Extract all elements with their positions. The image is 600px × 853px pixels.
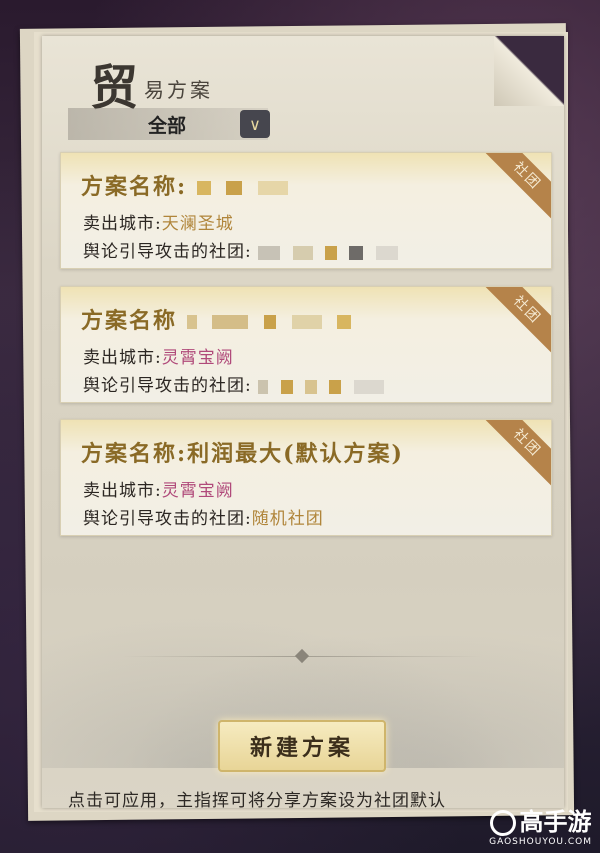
plan-panel: 贸 易方案 全部 ∨ 方案名称: 卖出城市:天澜圣城 舆论引导攻击的社团: 社团…	[42, 36, 564, 808]
redacted-text	[258, 242, 404, 262]
guild-ribbon: 社团	[482, 287, 551, 355]
plan-card[interactable]: 方案名称 卖出城市:灵霄宝阙 舆论引导攻击的社团: 社团	[60, 286, 552, 403]
plan-name: 方案名称:利润最大(默认方案)	[81, 441, 404, 467]
guild-ribbon: 社团	[482, 153, 551, 221]
redacted-text	[186, 308, 358, 334]
watermark-text: 高手游	[519, 808, 592, 836]
city-value: 天澜圣城	[161, 214, 234, 234]
attack-label: 舆论引导攻击的社团:	[83, 242, 252, 262]
city-label: 卖出城市:	[83, 214, 162, 234]
city-value: 灵霄宝阙	[161, 348, 234, 368]
city-label: 卖出城市:	[83, 481, 162, 501]
watermark: 高手游 GAOSHOUYOU.COM	[489, 802, 592, 847]
redacted-text	[258, 376, 390, 396]
attack-value: 随机社团	[251, 509, 324, 529]
guild-ribbon: 社团	[482, 420, 551, 488]
attack-label: 舆论引导攻击的社团:	[83, 509, 252, 529]
watermark-logo-icon	[489, 810, 516, 836]
watermark-url: GAOSHOUYOU.COM	[489, 837, 592, 847]
new-plan-button[interactable]: 新建方案	[218, 720, 386, 772]
redacted-text	[196, 174, 294, 200]
plan-name: 方案名称:	[81, 174, 188, 200]
plan-card[interactable]: 方案名称:利润最大(默认方案) 卖出城市:灵霄宝阙 舆论引导攻击的社团:随机社团…	[60, 419, 552, 536]
filter-dropdown[interactable]: 全部 ∨	[68, 108, 270, 140]
plan-card[interactable]: 方案名称: 卖出城市:天澜圣城 舆论引导攻击的社团: 社团	[60, 152, 552, 269]
plan-name: 方案名称	[81, 308, 178, 334]
hint-text: 点击可应用，主指挥可将分享方案设为社团默认	[68, 791, 446, 808]
city-value: 灵霄宝阙	[161, 481, 234, 501]
filter-selected: 全部	[148, 114, 187, 137]
chevron-down-icon[interactable]: ∨	[240, 110, 270, 138]
city-label: 卖出城市:	[83, 348, 162, 368]
panel-title: 易方案	[144, 78, 213, 102]
attack-label: 舆论引导攻击的社团:	[83, 376, 252, 396]
page-curl	[494, 36, 564, 106]
